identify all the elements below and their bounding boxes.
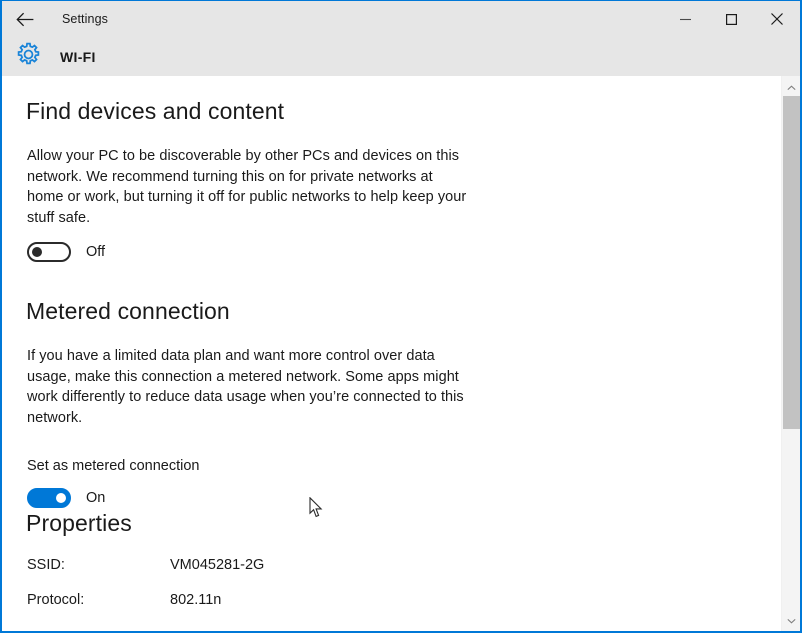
property-key: Protocol:	[27, 592, 170, 608]
back-button[interactable]	[2, 2, 48, 36]
settings-window: Settings	[0, 0, 802, 633]
close-icon	[771, 13, 783, 25]
metered-connection-toggle[interactable]	[27, 488, 71, 508]
property-key: SSID:	[27, 557, 170, 573]
minimize-icon	[680, 14, 691, 25]
title-bar: Settings	[2, 1, 800, 37]
find-devices-toggle-state: Off	[86, 244, 105, 260]
section-body-metered: If you have a limited data plan and want…	[27, 346, 471, 428]
settings-content-pane: Find devices and content Allow your PC t…	[2, 76, 781, 631]
metered-toggle-state: On	[86, 490, 105, 506]
gear-icon	[16, 42, 41, 72]
app-header: WI-FI	[2, 37, 800, 76]
back-arrow-icon	[16, 12, 35, 27]
toggle-knob	[56, 493, 66, 503]
page-title: WI-FI	[60, 49, 96, 65]
chevron-up-icon	[787, 78, 796, 96]
section-heading-metered: Metered connection	[26, 296, 757, 326]
metered-toggle-row: On	[27, 488, 757, 508]
metered-field-label: Set as metered connection	[27, 458, 757, 474]
settings-gear-button[interactable]	[2, 42, 50, 72]
chevron-down-icon	[787, 611, 796, 629]
scroll-thumb[interactable]	[783, 96, 800, 429]
find-devices-toggle[interactable]	[27, 242, 71, 262]
table-row: SSID: VM045281-2G	[27, 557, 757, 573]
vertical-scrollbar[interactable]	[781, 76, 800, 631]
window-title: Settings	[62, 12, 108, 26]
find-devices-toggle-row: Off	[27, 242, 757, 262]
table-row: Protocol: 802.11n	[27, 592, 757, 608]
scroll-down-button[interactable]	[782, 611, 800, 629]
section-divider-spacer	[26, 262, 757, 296]
maximize-button[interactable]	[708, 1, 754, 37]
window-caption-buttons	[662, 1, 800, 37]
scroll-up-button[interactable]	[782, 78, 800, 96]
property-value: 802.11n	[170, 592, 221, 608]
section-heading-find-devices: Find devices and content	[26, 96, 757, 126]
minimize-button[interactable]	[662, 1, 708, 37]
property-value: VM045281-2G	[170, 557, 264, 573]
toggle-knob	[32, 247, 42, 257]
section-body-find-devices: Allow your PC to be discoverable by othe…	[27, 146, 471, 228]
close-button[interactable]	[754, 1, 800, 37]
section-heading-properties: Properties	[26, 508, 757, 538]
maximize-icon	[726, 14, 737, 25]
